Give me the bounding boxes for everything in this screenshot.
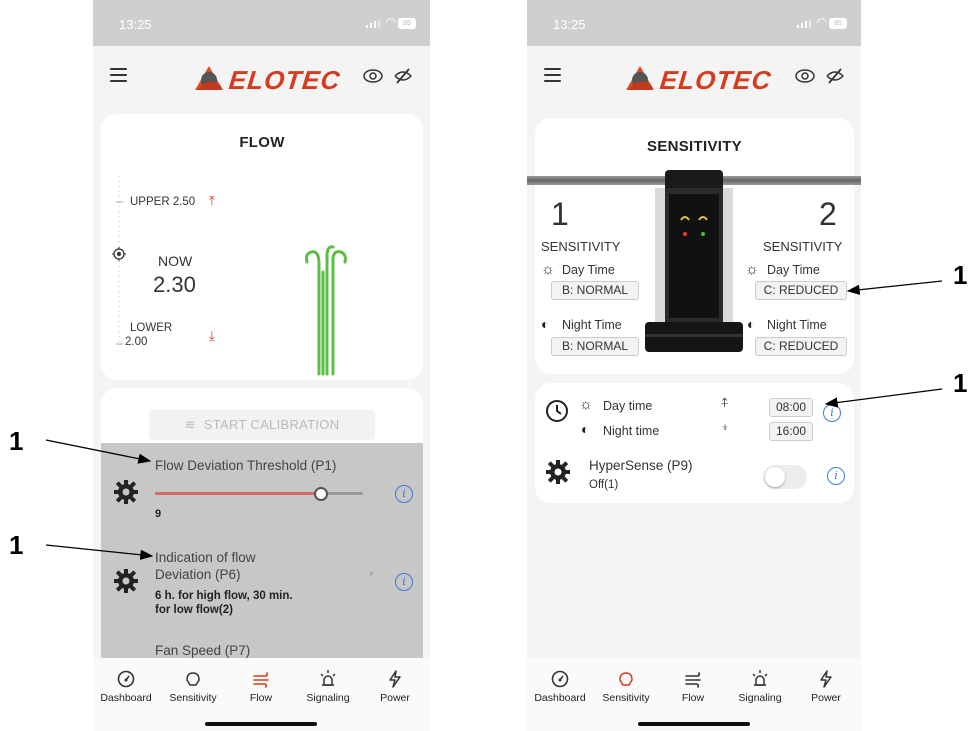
callout-arrows xyxy=(45,280,943,560)
callout-arrow xyxy=(45,439,152,464)
callout-number: 1 xyxy=(953,368,968,398)
callout-arrow xyxy=(846,280,943,295)
callout-arrow xyxy=(45,544,154,560)
callout-number: 1 xyxy=(9,426,24,456)
callout-arrow xyxy=(824,388,943,408)
callout-number: 1 xyxy=(9,530,24,560)
callout-number: 1 xyxy=(953,260,968,290)
